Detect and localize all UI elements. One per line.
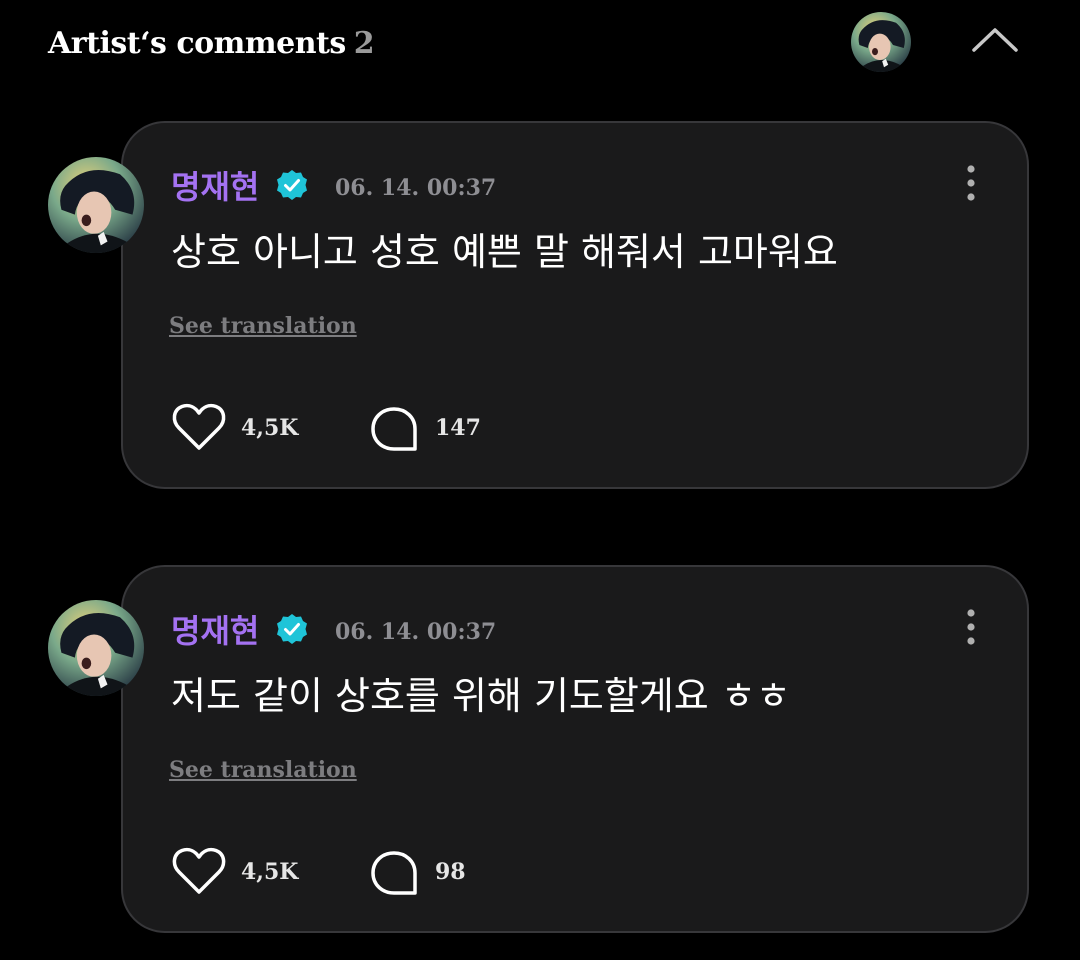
more-options-button[interactable] bbox=[953, 161, 989, 205]
header-title-text: Artist‘s comments bbox=[48, 26, 346, 61]
more-vertical-icon bbox=[967, 609, 975, 645]
like-count: 4,5K bbox=[241, 859, 299, 885]
speech-bubble-icon bbox=[371, 407, 417, 451]
like-button[interactable] bbox=[171, 401, 227, 453]
reply-button[interactable] bbox=[369, 849, 419, 899]
see-translation-link[interactable]: See translation bbox=[169, 313, 357, 339]
like-count: 4,5K bbox=[241, 415, 299, 441]
heart-icon bbox=[172, 847, 226, 894]
header-title: Artist‘s comments 2 bbox=[48, 26, 375, 61]
author-name[interactable]: 명재현 bbox=[171, 167, 259, 207]
header-comment-count: 2 bbox=[353, 26, 375, 61]
avatar-photo-icon bbox=[48, 157, 144, 253]
more-options-button[interactable] bbox=[953, 605, 989, 649]
more-vertical-icon bbox=[967, 165, 975, 201]
comment-card: 명재현 06. 14. 00:37 상호 아니고 성호 예쁜 말 해줘서 고마워… bbox=[121, 121, 1029, 489]
author-avatar[interactable] bbox=[48, 157, 144, 253]
heart-icon bbox=[172, 403, 226, 450]
comment-card: 명재현 06. 14. 00:37 저도 같이 상호를 위해 기도할게요 ㅎㅎ … bbox=[121, 565, 1029, 933]
reply-button[interactable] bbox=[369, 405, 419, 455]
comment-text: 상호 아니고 성호 예쁜 말 해줘서 고마워요 bbox=[171, 230, 838, 274]
collapse-button[interactable] bbox=[960, 14, 1030, 66]
chevron-up-icon bbox=[972, 28, 1018, 52]
verified-badge-icon bbox=[275, 168, 309, 202]
comments-header: Artist‘s comments 2 bbox=[0, 0, 1080, 100]
like-button[interactable] bbox=[171, 845, 227, 897]
reply-count: 147 bbox=[435, 415, 481, 441]
see-translation-link[interactable]: See translation bbox=[169, 757, 357, 783]
comment-timestamp: 06. 14. 00:37 bbox=[335, 619, 497, 645]
avatar-photo-icon bbox=[851, 12, 911, 72]
comment-text: 저도 같이 상호를 위해 기도할게요 ㅎㅎ bbox=[171, 674, 791, 718]
speech-bubble-icon bbox=[371, 851, 417, 895]
reply-count: 98 bbox=[435, 859, 466, 885]
avatar-photo-icon bbox=[48, 600, 144, 696]
author-avatar[interactable] bbox=[48, 600, 144, 696]
header-avatar[interactable] bbox=[851, 12, 911, 72]
verified-badge-icon bbox=[275, 612, 309, 646]
comment-timestamp: 06. 14. 00:37 bbox=[335, 175, 497, 201]
author-name[interactable]: 명재현 bbox=[171, 611, 259, 651]
